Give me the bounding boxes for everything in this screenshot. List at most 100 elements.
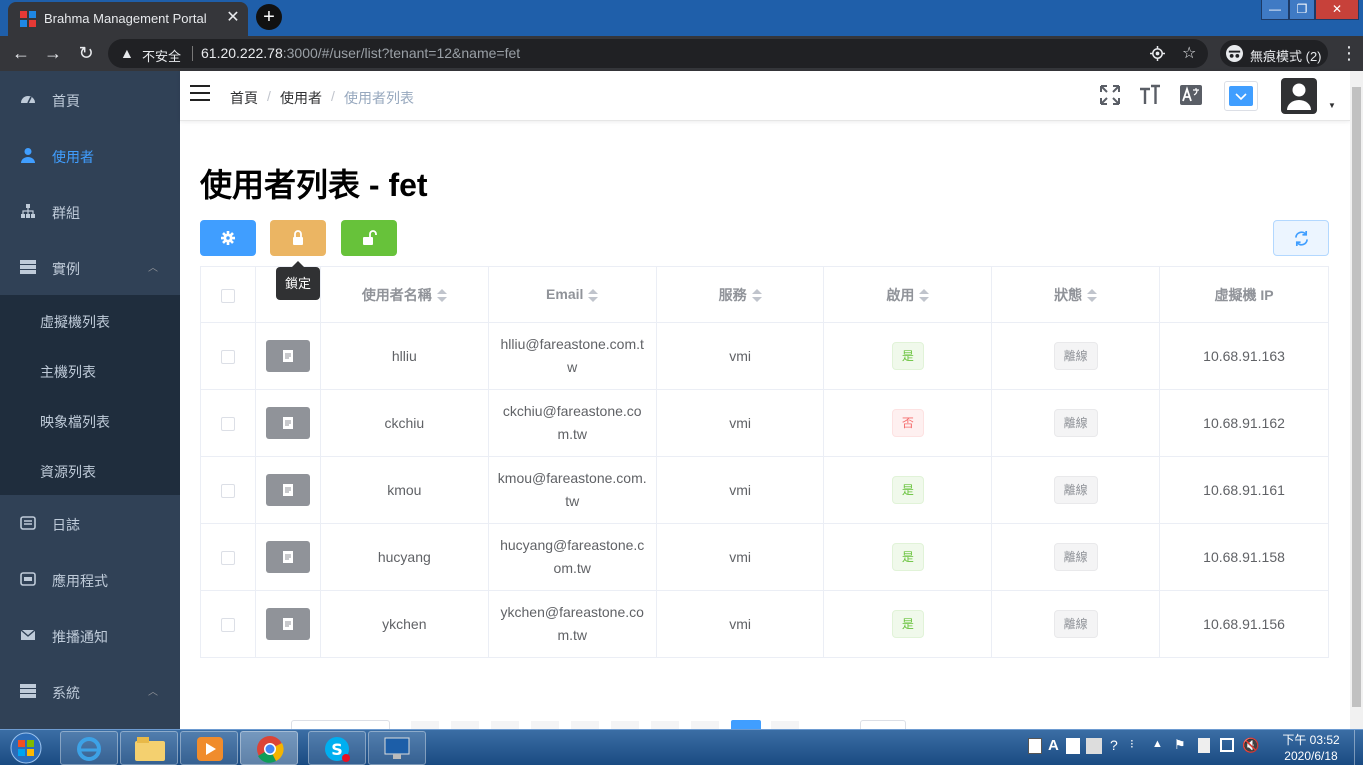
font-size-icon[interactable] <box>1138 83 1162 107</box>
select-all-checkbox[interactable] <box>220 288 235 303</box>
service-cell: vmi <box>655 322 825 390</box>
volume-muted-icon[interactable]: 🔇 <box>1242 737 1259 754</box>
avatar[interactable] <box>1281 78 1317 114</box>
page-button[interactable] <box>491 721 519 729</box>
help-icon[interactable]: ? <box>1110 737 1118 753</box>
reload-icon[interactable]: ↻ <box>73 40 99 66</box>
action-center-flag-icon[interactable]: ⚑ <box>1174 737 1186 753</box>
incognito-badge[interactable]: 無痕模式 (2) <box>1220 40 1328 67</box>
page-button[interactable] <box>451 721 479 729</box>
page-button[interactable] <box>611 721 639 729</box>
sidebar-sub-resource-list[interactable]: 資源列表 <box>0 445 180 495</box>
page-jump-input[interactable] <box>860 720 906 729</box>
column-header-status[interactable]: 狀態 <box>991 266 1161 323</box>
page-button[interactable] <box>531 721 559 729</box>
input-mode-icon[interactable] <box>1066 738 1080 754</box>
page-button[interactable] <box>571 721 599 729</box>
address-bar[interactable]: ▲ 不安全 61.20.222.78:3000/#/user/list?tena… <box>108 39 1208 68</box>
row-checkbox[interactable] <box>220 484 235 499</box>
taskbar-media-icon[interactable] <box>180 731 238 765</box>
device-icon[interactable] <box>1198 738 1210 753</box>
detail-button[interactable] <box>265 474 310 506</box>
forward-icon[interactable]: → <box>40 40 66 66</box>
detail-button[interactable] <box>265 407 310 439</box>
browser-tab[interactable]: Brahma Management Portal ✕ <box>8 2 248 36</box>
sidebar-sub-vm-list[interactable]: 虛擬機列表 <box>0 295 180 345</box>
windows-start-icon[interactable] <box>6 731 46 765</box>
page-scrollbar[interactable] <box>1350 71 1363 729</box>
sidebar-item-apps[interactable]: 應用程式 <box>0 551 180 607</box>
service-cell: vmi <box>655 389 825 457</box>
row-checkbox[interactable] <box>220 618 235 633</box>
row-checkbox[interactable] <box>220 551 235 566</box>
page-button[interactable] <box>651 721 679 729</box>
lock-button[interactable] <box>270 220 326 256</box>
sidebar-item-home[interactable]: 首頁 <box>0 71 180 127</box>
taskbar-remote-desktop-icon[interactable] <box>368 731 426 765</box>
sort-icon[interactable] <box>1087 288 1098 303</box>
document-icon <box>282 551 293 563</box>
detail-button[interactable] <box>265 541 310 573</box>
vm-ip-cell: 10.68.91.156 <box>1159 590 1329 658</box>
sidebar-sub-host-list[interactable]: 主機列表 <box>0 345 180 395</box>
sidebar-sub-image-list[interactable]: 映象檔列表 <box>0 395 180 445</box>
caret-down-icon[interactable]: ▼ <box>1328 101 1336 110</box>
sidebar-item-instances[interactable]: 實例 ︿ <box>0 239 180 295</box>
show-desktop-button[interactable] <box>1354 730 1363 765</box>
menu-dots-icon[interactable]: ⋮ <box>1336 40 1362 66</box>
taskbar-explorer-icon[interactable] <box>120 731 178 765</box>
unlock-button[interactable] <box>341 220 397 256</box>
keyboard-icon[interactable] <box>1086 738 1102 754</box>
column-header-email[interactable]: Email <box>487 266 657 323</box>
font-a-icon[interactable]: A <box>1048 737 1059 754</box>
row-checkbox[interactable] <box>220 417 235 432</box>
page-button[interactable] <box>771 721 799 729</box>
taskbar-clock[interactable]: 下午 03:52 2020/6/18 <box>1276 732 1346 764</box>
sidebar-item-users[interactable]: 使用者 <box>0 127 180 183</box>
network-icon[interactable] <box>1220 738 1234 752</box>
refresh-button[interactable] <box>1273 220 1329 256</box>
translate-icon[interactable] <box>1179 83 1203 107</box>
settings-button[interactable] <box>200 220 256 256</box>
tray-expand-icon[interactable]: ▲ <box>1152 738 1163 750</box>
back-icon[interactable]: ← <box>8 40 34 66</box>
row-checkbox[interactable] <box>220 350 235 365</box>
dropdown-icon[interactable]: ⁝ <box>1130 737 1134 751</box>
sidebar-item-notifications[interactable]: 推播通知 <box>0 607 180 663</box>
page-button-active[interactable] <box>731 720 761 729</box>
page-button[interactable] <box>691 721 719 729</box>
breadcrumb-home[interactable]: 首頁 <box>230 88 258 108</box>
breadcrumb-users[interactable]: 使用者 <box>280 88 322 108</box>
sidebar-item-system[interactable]: 系統 ︿ <box>0 663 180 719</box>
new-tab-button[interactable]: + <box>256 4 282 30</box>
column-header-enabled[interactable]: 啟用 <box>823 266 993 323</box>
fullscreen-icon[interactable] <box>1098 83 1122 107</box>
sort-icon[interactable] <box>751 288 762 303</box>
taskbar-ie-icon[interactable] <box>60 731 118 765</box>
tenant-select[interactable] <box>1224 81 1258 111</box>
column-header-service[interactable]: 服務 <box>655 266 825 323</box>
sort-icon[interactable] <box>588 288 599 303</box>
scrollbar-thumb[interactable] <box>1352 87 1361 707</box>
maximize-button[interactable]: ❐ <box>1289 0 1315 20</box>
vm-ip-cell: 10.68.91.163 <box>1159 322 1329 390</box>
page-size-select[interactable] <box>291 720 390 729</box>
bookmark-star-icon[interactable]: ☆ <box>1182 43 1196 63</box>
detail-button[interactable] <box>265 340 310 372</box>
taskbar-skype-icon[interactable]: S <box>308 731 366 765</box>
page-button[interactable] <box>411 721 439 729</box>
sort-icon[interactable] <box>436 288 447 303</box>
close-window-button[interactable]: ✕ <box>1315 0 1359 20</box>
sort-icon[interactable] <box>919 288 930 303</box>
column-header-username[interactable]: 使用者名稱 <box>319 266 489 323</box>
taskbar-chrome-icon[interactable] <box>240 731 298 765</box>
ime-icon[interactable] <box>1028 738 1042 754</box>
detail-button[interactable] <box>265 608 310 640</box>
hamburger-icon[interactable] <box>190 85 210 103</box>
sidebar-item-groups[interactable]: 群組 <box>0 183 180 239</box>
location-icon[interactable] <box>1150 46 1165 61</box>
sidebar-item-logs[interactable]: 日誌 <box>0 495 180 551</box>
row-select-cell <box>200 590 256 658</box>
close-tab-icon[interactable]: ✕ <box>224 9 242 27</box>
minimize-button[interactable]: — <box>1261 0 1289 20</box>
